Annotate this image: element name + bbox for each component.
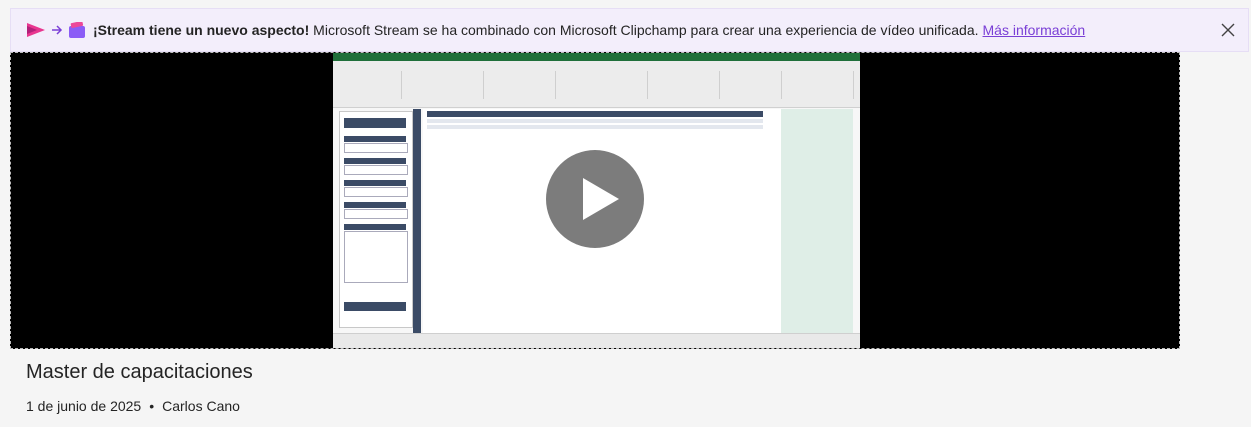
form-label [344,158,406,164]
thumbnail-divider [413,109,421,341]
form-header [344,118,406,128]
thumbnail-form-panel [339,111,413,328]
stream-logo-icon [27,23,45,37]
ribbon-group [649,71,720,99]
arrow-right-icon [52,25,63,35]
banner-message: ¡Stream tiene un nuevo aspecto! Microsof… [93,22,979,38]
form-textarea [344,231,408,283]
close-icon[interactable] [1218,20,1238,40]
ribbon-group [341,71,402,99]
form-label [344,224,406,230]
ribbon-group [721,71,782,99]
form-field [344,209,408,219]
thumbnail-taskbar [333,333,860,348]
sheet-row [427,125,763,129]
video-player[interactable] [10,52,1180,349]
form-label [344,136,406,142]
form-footer [344,302,406,311]
sheet-row [427,119,763,123]
meta-separator: • [149,398,155,414]
form-label [344,180,406,186]
thumbnail-titlebar [333,53,860,61]
thumbnail-green-column [781,109,853,341]
video-meta: 1 de junio de 2025 • Carlos Cano [26,398,240,414]
form-field [344,187,408,197]
sheet-header-row [427,111,763,117]
video-title: Master de capacitaciones [26,361,253,383]
ribbon-group [403,71,484,99]
banner-logos [27,22,85,38]
banner-headline: ¡Stream tiene un nuevo aspecto! [93,22,310,38]
video-author[interactable]: Carlos Cano [162,398,240,414]
play-icon [583,178,619,220]
ribbon-group [485,71,556,99]
video-date: 1 de junio de 2025 [26,398,142,414]
clipchamp-logo-icon [69,22,85,38]
ribbon-group [557,71,648,99]
thumbnail-ribbon [333,61,860,108]
banner-body: Microsoft Stream se ha combinado con Mic… [309,22,979,38]
form-label [344,202,406,208]
form-field [344,165,408,175]
play-button[interactable] [546,150,644,248]
ribbon-group [783,71,854,99]
more-info-link[interactable]: Más información [983,22,1086,38]
announcement-banner: ¡Stream tiene un nuevo aspecto! Microsof… [10,8,1249,52]
form-field [344,143,408,153]
